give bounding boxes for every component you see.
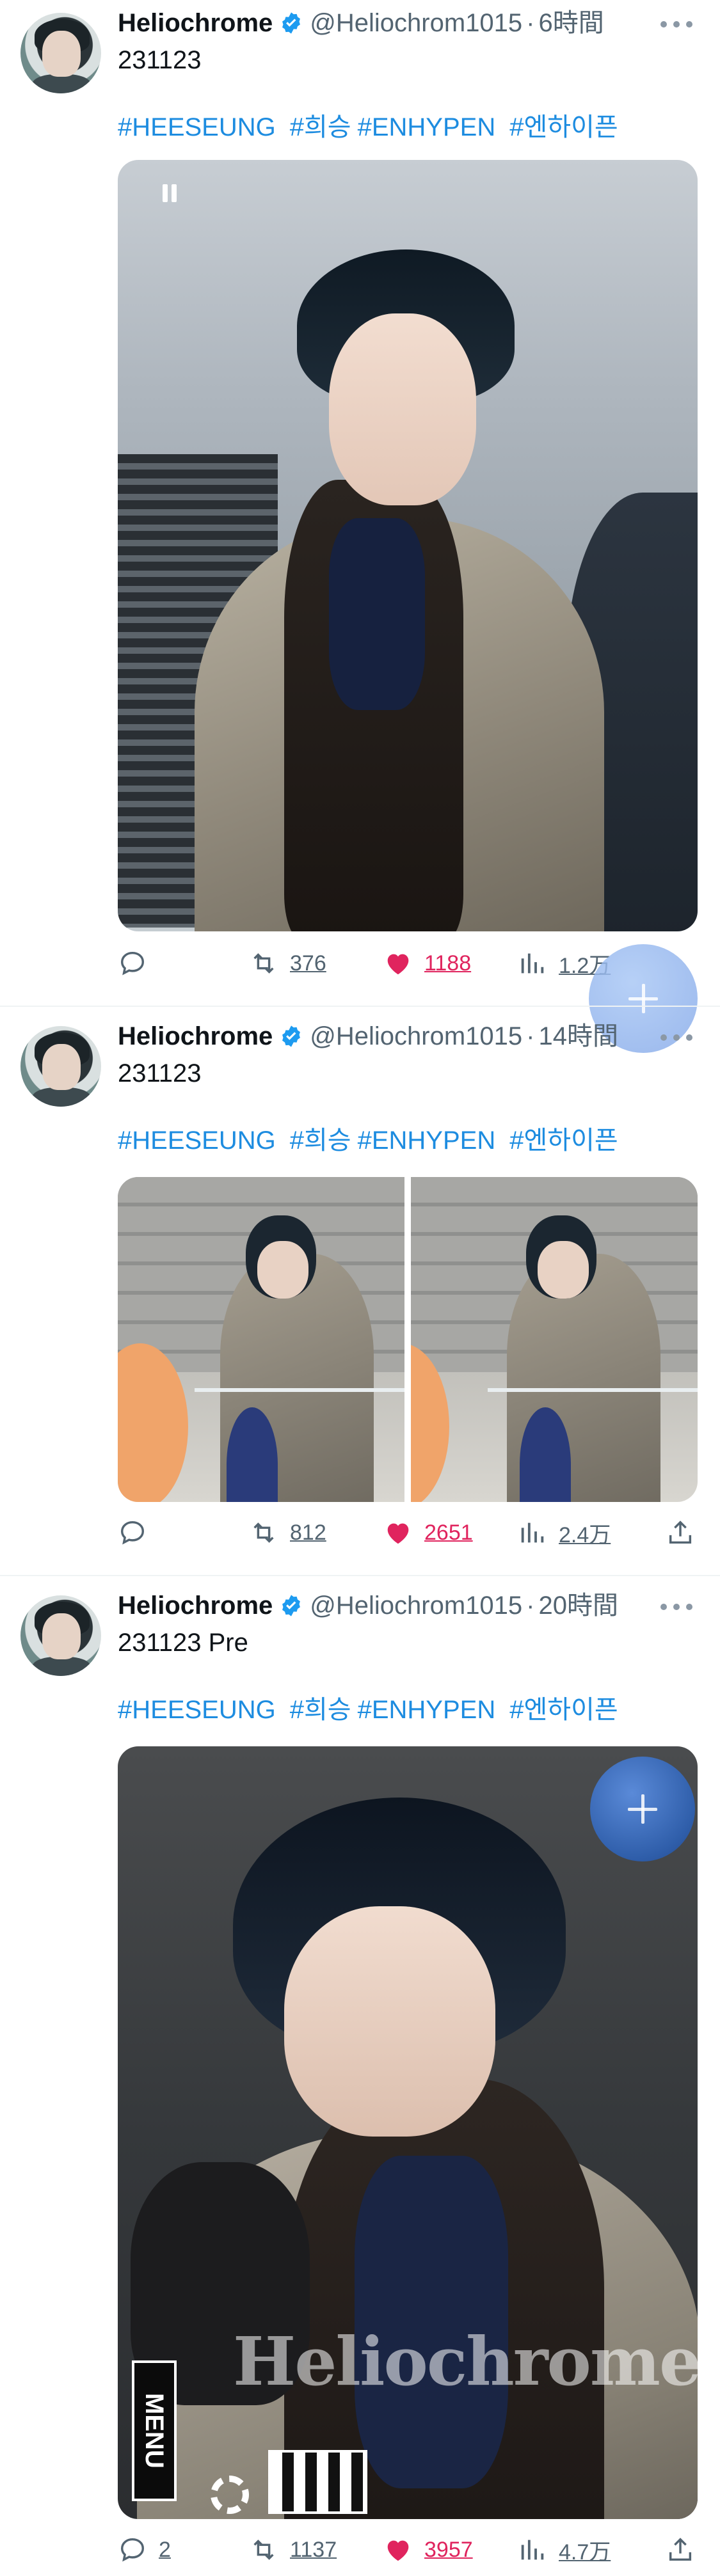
share-icon [669, 1521, 692, 1544]
tweet-text: 231123 [118, 46, 202, 74]
reply-icon [120, 2538, 145, 2562]
more-icon[interactable] [660, 1603, 692, 1611]
like-count: 1188 [424, 951, 472, 976]
reply-button[interactable] [118, 1516, 159, 1549]
menu-label: MENU [132, 2360, 177, 2501]
retweet-button[interactable]: 1137 [249, 2533, 337, 2566]
hashtag-link[interactable]: #HEESEUNG [118, 113, 276, 141]
display-name[interactable]: Heliochrome [118, 1021, 273, 1052]
heart-icon [387, 2540, 409, 2561]
handle[interactable]: @Heliochrom1015 [310, 1590, 522, 1621]
tweet-photo[interactable] [411, 1177, 698, 1502]
tweet-photo-grid [118, 1177, 698, 1502]
hashtag-link[interactable]: #HEESEUNG [118, 1126, 276, 1155]
retweet-count: 1137 [290, 2537, 337, 2562]
hashtag-link[interactable]: #ENHYPEN [358, 113, 496, 141]
more-icon[interactable] [660, 20, 692, 28]
hashtag-link[interactable]: #ENHYPEN [358, 1696, 496, 1724]
views-button[interactable]: 4.7万 [518, 2533, 611, 2566]
timestamp[interactable]: 14時間 [539, 1021, 619, 1052]
share-icon [669, 2538, 692, 2561]
tweet-text: 231123 [118, 1059, 202, 1087]
hashtags: #HEESEUNG #희승 #ENHYPEN #엔하이픈 [118, 1125, 632, 1156]
tweet[interactable]: Heliochrome @Heliochrom1015 · 6時間 231123… [0, 0, 720, 1053]
hashtag-link[interactable]: #희승 [290, 113, 351, 141]
views-icon [521, 1522, 544, 1543]
verified-badge-icon [282, 12, 301, 34]
like-button[interactable]: 2651 [383, 1516, 473, 1549]
reply-icon [120, 1521, 145, 1545]
separator: · [526, 9, 535, 37]
separator: · [526, 1592, 535, 1620]
hashtag-link[interactable]: #ENHYPEN [358, 1126, 496, 1155]
reply-button[interactable]: 2 [118, 2533, 171, 2566]
hashtag-link[interactable]: #희승 [290, 1126, 351, 1155]
display-name[interactable]: Heliochrome [118, 8, 273, 38]
tweet-photo[interactable] [118, 1177, 404, 1502]
more-icon[interactable] [660, 1034, 692, 1041]
retweet-icon [253, 2540, 274, 2560]
retweet-count: 812 [290, 1520, 326, 1545]
share-button[interactable] [666, 1516, 707, 1549]
retweet-icon [253, 1522, 274, 1543]
timestamp[interactable]: 20時間 [539, 1590, 619, 1621]
views-button[interactable]: 2.4万 [518, 1516, 611, 1549]
verified-badge-icon [282, 1595, 301, 1616]
watermark: Heliochrome [233, 2322, 698, 2401]
retweet-button[interactable]: 376 [249, 947, 326, 980]
views-count: 4.7万 [559, 2540, 611, 2564]
handle[interactable]: @Heliochrom1015 [310, 8, 522, 38]
gif-pause-icon[interactable] [157, 182, 183, 207]
avatar[interactable] [20, 1026, 101, 1107]
tweet-text: 231123 Pre [118, 1629, 248, 1657]
heart-icon [387, 1523, 409, 1544]
reply-count: 2 [159, 2537, 171, 2562]
display-name[interactable]: Heliochrome [118, 1590, 273, 1621]
tweet-photo[interactable]: Heliochrome MENU [118, 1746, 698, 2519]
hashtag-link[interactable]: #엔하이픈 [509, 1696, 618, 1724]
verified-badge-icon [282, 1025, 301, 1047]
retweet-button[interactable]: 812 [249, 1516, 326, 1549]
reply-button[interactable] [118, 947, 159, 980]
like-count: 3957 [424, 2537, 473, 2562]
retweet-icon [253, 953, 274, 974]
separator: · [526, 1022, 535, 1050]
hashtag-link[interactable]: #엔하이픈 [509, 1126, 618, 1155]
share-button[interactable] [666, 2533, 707, 2566]
like-button[interactable]: 3957 [383, 2533, 473, 2566]
views-icon [521, 953, 544, 974]
heart-icon [387, 954, 409, 975]
like-button[interactable]: 1188 [383, 947, 471, 980]
avatar[interactable] [20, 13, 101, 93]
compose-button[interactable] [590, 1757, 695, 1861]
tweet[interactable]: Heliochrome @Heliochrom1015 · 14時間 23112… [0, 1007, 720, 1576]
reply-icon [120, 951, 145, 976]
like-count: 2651 [424, 1520, 473, 1545]
stripes-graphic [268, 2450, 367, 2514]
retweet-count: 376 [290, 951, 326, 976]
views-count: 2.4万 [559, 1522, 611, 1547]
hashtag-link[interactable]: #HEESEUNG [118, 1696, 276, 1724]
views-icon [521, 2540, 544, 2560]
timestamp[interactable]: 6時間 [539, 8, 604, 38]
hashtag-link[interactable]: #희승 [290, 1696, 351, 1724]
handle[interactable]: @Heliochrom1015 [310, 1021, 522, 1052]
hashtags: #HEESEUNG #희승 #ENHYPEN #엔하이픈 [118, 1695, 632, 1725]
hashtag-link[interactable]: #엔하이픈 [509, 113, 618, 141]
tweet-photo[interactable] [118, 160, 698, 931]
hashtags: #HEESEUNG #희승 #ENHYPEN #엔하이픈 [118, 112, 632, 143]
gear-icon [211, 2476, 249, 2514]
avatar[interactable] [20, 1595, 101, 1676]
tweet[interactable]: Heliochrome @Heliochrom1015 · 20時間 23112… [0, 1576, 720, 2576]
